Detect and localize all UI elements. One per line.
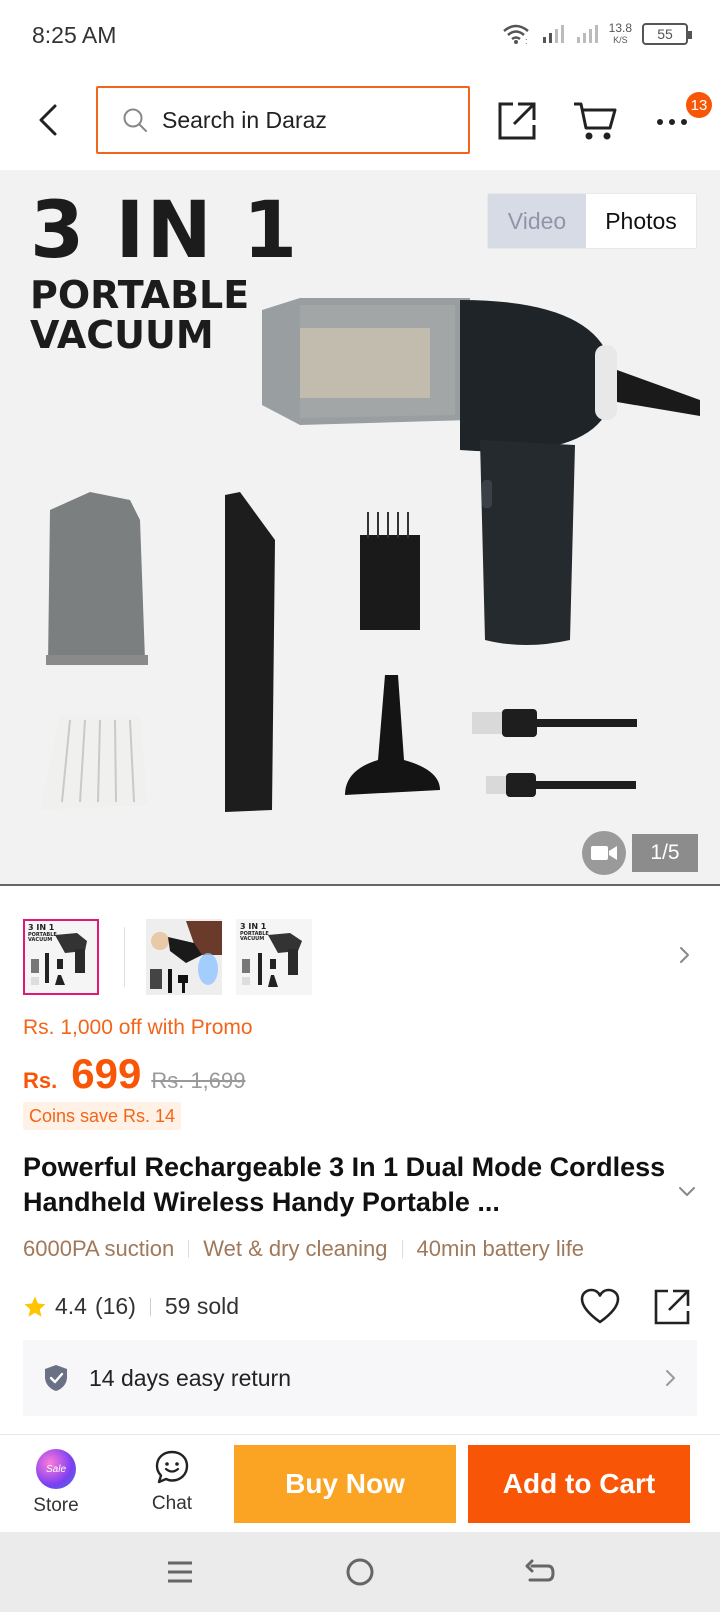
store-icon: Sale <box>36 1449 76 1489</box>
search-placeholder: Search in Daraz <box>162 106 327 133</box>
store-badge-text: Sale <box>45 1463 66 1475</box>
signal-icon <box>542 25 564 43</box>
chat-button[interactable]: Chat <box>132 1449 212 1527</box>
promo-text: Rs. 1,000 off with Promo <box>23 1016 253 1039</box>
thumbnail-divider <box>124 927 125 987</box>
search-icon <box>123 108 147 132</box>
share-button[interactable] <box>496 100 538 142</box>
battery-level: 55 <box>657 26 673 42</box>
cart-icon <box>574 102 617 140</box>
thumbnail-1[interactable]: 3 IN 1 PORTABLE VACUUM <box>23 919 99 995</box>
store-button[interactable]: Sale Store <box>16 1449 96 1527</box>
buy-now-button[interactable]: Buy Now <box>234 1445 456 1523</box>
product-image-gallery[interactable]: 3 IN 1 PORTABLE VACUUM Video Photos 1/5 <box>0 170 720 886</box>
shield-icon <box>45 1365 67 1391</box>
tab-video[interactable]: Video <box>488 194 586 248</box>
speed-unit: K/S <box>613 35 628 45</box>
price-currency: Rs. <box>23 1068 58 1093</box>
image-counter: 1/5 <box>632 834 698 872</box>
video-play-icon[interactable] <box>582 831 626 875</box>
feature-separator <box>188 1240 190 1258</box>
rating-value: 4.4 <box>55 1293 87 1319</box>
return-policy-text: 14 days easy return <box>89 1364 292 1391</box>
chevron-right-icon <box>666 1370 675 1386</box>
bottom-action-bar: Sale Store Chat Buy Now Add to Cart <box>0 1434 720 1532</box>
home-icon[interactable] <box>340 1552 380 1592</box>
share-icon <box>498 102 536 140</box>
thumbnail-3[interactable]: 3 IN 1 PORTABLE VACUUM <box>236 919 312 995</box>
original-price: Rs. 1,699 <box>151 1068 246 1093</box>
feature-item: 40min battery life <box>416 1236 585 1261</box>
wifi-icon: : <box>502 24 529 45</box>
back-icon <box>39 104 57 136</box>
status-bar: 8:25 AM : 13.8 K/S 55 <box>0 0 720 72</box>
signal-icon-2 <box>576 25 598 43</box>
thumbnail-caption: 3 IN 1 <box>240 922 267 931</box>
coins-badge: Coins save Rs. 14 <box>23 1102 182 1130</box>
share-product-button[interactable] <box>652 1287 692 1327</box>
chevron-down-icon[interactable] <box>676 1180 698 1202</box>
thumbnail-caption: VACUUM <box>28 937 52 943</box>
thumbnail-image <box>146 919 222 995</box>
share-icon <box>654 1289 690 1325</box>
notification-badge: 13 <box>686 92 712 118</box>
thumbnail-image: 3 IN 1 PORTABLE VACUUM <box>240 922 302 987</box>
back-button[interactable] <box>28 98 68 142</box>
product-image <box>40 298 700 812</box>
system-nav-bar <box>0 1532 720 1612</box>
return-policy-row[interactable]: 14 days easy return <box>23 1340 697 1416</box>
status-time: 8:25 AM <box>32 22 117 48</box>
search-input[interactable]: Search in Daraz <box>96 86 470 154</box>
cart-button[interactable] <box>572 100 618 142</box>
chevron-right-icon[interactable] <box>672 943 696 967</box>
speed-value: 13.8 <box>608 21 632 35</box>
back-nav-icon[interactable] <box>520 1552 560 1592</box>
thumbnail-caption: 3 IN 1 <box>28 923 55 932</box>
feature-separator <box>401 1240 403 1258</box>
more-icon <box>657 119 687 125</box>
rating-row[interactable]: 4.4 (16) 59 sold <box>23 1293 239 1320</box>
battery-icon: 55 <box>642 23 692 45</box>
video-camera-glyph <box>591 846 617 860</box>
star-icon <box>24 1296 46 1317</box>
price-row: Rs. 699 Rs. 1,699 <box>23 1050 246 1098</box>
network-speed: 13.8 K/S <box>609 22 632 46</box>
menu-icon[interactable] <box>160 1552 200 1592</box>
heart-icon <box>580 1288 620 1324</box>
thumbnail-strip: 3 IN 1 PORTABLE VACUUM 3 IN 1 PORTABLE V… <box>0 905 720 995</box>
thumbnail-caption: VACUUM <box>240 936 264 942</box>
price-value: 699 <box>71 1050 142 1097</box>
feature-item: Wet & dry cleaning <box>203 1236 388 1261</box>
product-title: Powerful Rechargeable 3 In 1 Dual Mode C… <box>23 1152 666 1217</box>
media-toggle: Video Photos <box>488 194 696 248</box>
store-label: Store <box>33 1495 79 1516</box>
feature-highlights: 6000PA suction Wet & dry cleaning 40min … <box>23 1236 584 1262</box>
tab-photos[interactable]: Photos <box>586 194 696 248</box>
review-count: (16) <box>94 1293 136 1319</box>
status-icons: : 13.8 K/S 55 <box>501 22 692 46</box>
wishlist-button[interactable] <box>580 1288 620 1326</box>
chat-icon <box>155 1450 189 1484</box>
thumbnail-image: 3 IN 1 PORTABLE VACUUM <box>28 923 87 985</box>
rating-separator <box>149 1297 151 1316</box>
feature-item: 6000PA suction <box>23 1236 175 1261</box>
thumbnail-2[interactable] <box>146 919 222 995</box>
gallery-divider <box>0 884 720 886</box>
add-to-cart-button[interactable]: Add to Cart <box>468 1445 690 1523</box>
chat-label: Chat <box>151 1493 193 1514</box>
svg-text::: : <box>525 36 528 45</box>
header: Search in Daraz 13 <box>0 72 720 170</box>
sold-count: 59 sold <box>164 1293 240 1319</box>
